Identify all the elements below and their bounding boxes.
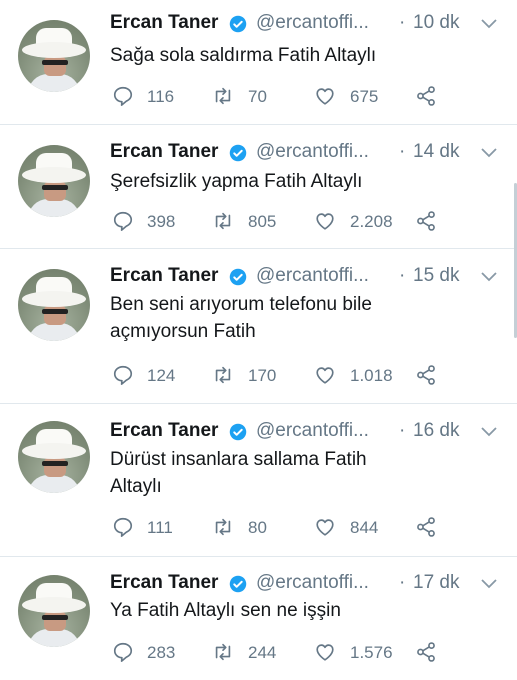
verified-badge-icon (229, 144, 247, 162)
verified-badge-icon (229, 268, 247, 286)
heart-icon[interactable] (314, 85, 336, 107)
heart-icon[interactable] (314, 641, 336, 663)
avatar[interactable] (18, 575, 90, 647)
tweet-time[interactable]: 14 dk (413, 141, 459, 163)
tweet-text: Şerefsizlik yapma Fatih Altaylı (110, 171, 363, 192)
reply-icon[interactable] (112, 364, 134, 386)
reply-count: 283 (147, 643, 176, 662)
tweet-time[interactable]: 10 dk (413, 12, 459, 34)
retweet-icon[interactable] (212, 516, 234, 538)
tweet[interactable]: Ercan Taner @ercantoffi... · 16 dk Dürüs… (0, 404, 517, 557)
verified-badge-icon (229, 15, 247, 33)
author-handle[interactable]: @ercantoffi... (256, 572, 369, 594)
tweet[interactable]: Ercan Taner @ercantoffi... · 14 dk Şeref… (0, 125, 517, 249)
author-handle[interactable]: @ercantoffi... (256, 265, 369, 287)
retweet-count: 80 (248, 518, 267, 537)
reply-icon[interactable] (112, 516, 134, 538)
share-icon[interactable] (415, 210, 437, 232)
verified-badge-icon (229, 423, 247, 441)
separator-dot: · (399, 12, 406, 33)
chevron-down-icon[interactable] (480, 270, 498, 282)
avatar[interactable] (18, 421, 90, 493)
retweet-icon[interactable] (212, 210, 234, 232)
tweet[interactable]: Ercan Taner @ercantoffi... · 15 dk Ben s… (0, 249, 517, 404)
share-icon[interactable] (415, 516, 437, 538)
author-handle[interactable]: @ercantoffi... (256, 12, 369, 34)
chevron-down-icon[interactable] (480, 577, 498, 589)
separator-dot: · (399, 572, 406, 593)
reply-icon[interactable] (112, 210, 134, 232)
retweet-count: 70 (248, 87, 267, 106)
chevron-down-icon[interactable] (480, 425, 498, 437)
reply-count: 398 (147, 212, 176, 231)
separator-dot: · (399, 265, 406, 286)
tweet-text: Dürüst insanlara sallama Fatih Altaylı (110, 449, 367, 497)
retweet-icon[interactable] (212, 641, 234, 663)
heart-icon[interactable] (314, 210, 336, 232)
author-name[interactable]: Ercan Taner (110, 141, 218, 163)
author-name[interactable]: Ercan Taner (110, 420, 218, 442)
reply-icon[interactable] (112, 641, 134, 663)
author-handle[interactable]: @ercantoffi... (256, 141, 369, 163)
share-icon[interactable] (415, 641, 437, 663)
heart-icon[interactable] (314, 516, 336, 538)
tweet-time[interactable]: 17 dk (413, 572, 459, 594)
reply-icon[interactable] (112, 85, 134, 107)
reply-count: 111 (147, 518, 173, 537)
chevron-down-icon[interactable] (480, 17, 498, 29)
like-count: 1.576 (350, 643, 393, 662)
verified-badge-icon (229, 575, 247, 593)
reply-count: 116 (147, 87, 175, 106)
tweet-time[interactable]: 15 dk (413, 265, 459, 287)
author-name[interactable]: Ercan Taner (110, 12, 218, 34)
share-icon[interactable] (415, 364, 437, 386)
reply-count: 124 (147, 366, 176, 385)
retweet-icon[interactable] (212, 364, 234, 386)
author-name[interactable]: Ercan Taner (110, 265, 218, 287)
retweet-icon[interactable] (212, 85, 234, 107)
retweet-count: 805 (248, 212, 277, 231)
tweet[interactable]: Ercan Taner @ercantoffi... · 17 dk Ya Fa… (0, 557, 517, 680)
tweet-text: Ya Fatih Altaylı sen ne işşin (110, 600, 341, 621)
like-count: 1.018 (350, 366, 393, 385)
separator-dot: · (399, 420, 406, 441)
heart-icon[interactable] (314, 364, 336, 386)
avatar[interactable] (18, 145, 90, 217)
retweet-count: 170 (248, 366, 277, 385)
separator-dot: · (399, 141, 406, 162)
author-handle[interactable]: @ercantoffi... (256, 420, 369, 442)
tweet-text: Ben seni arıyorum telefonu bile açmıyors… (110, 294, 372, 342)
avatar[interactable] (18, 20, 90, 92)
like-count: 2.208 (350, 212, 393, 231)
retweet-count: 244 (248, 643, 277, 662)
tweet-time[interactable]: 16 dk (413, 420, 459, 442)
chevron-down-icon[interactable] (480, 146, 498, 158)
share-icon[interactable] (415, 85, 437, 107)
tweet-text: Sağa sola saldırma Fatih Altaylı (110, 45, 377, 66)
like-count: 675 (350, 87, 379, 106)
author-name[interactable]: Ercan Taner (110, 572, 218, 594)
tweet[interactable]: Ercan Taner @ercantoffi... · 10 dk Sağa … (0, 0, 517, 125)
avatar[interactable] (18, 269, 90, 341)
like-count: 844 (350, 518, 379, 537)
